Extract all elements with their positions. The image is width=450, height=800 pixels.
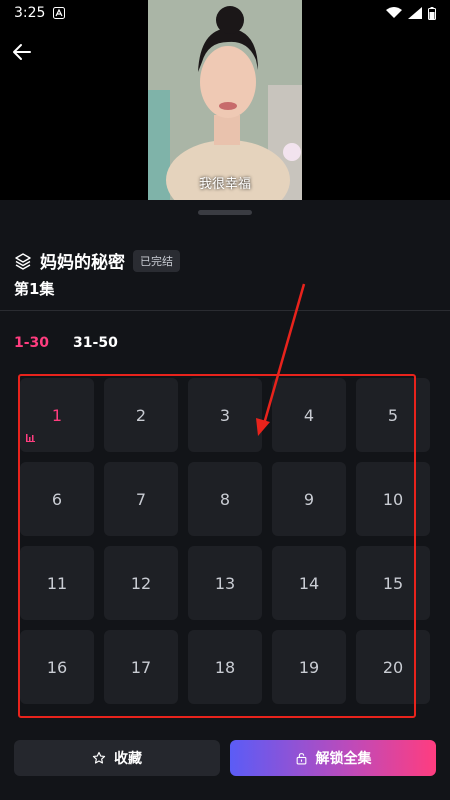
- signal-icon: [408, 7, 422, 19]
- episode-number: 16: [46, 657, 68, 677]
- layers-icon: [15, 252, 31, 270]
- collect-label: 收藏: [114, 751, 142, 767]
- episode-number: 20: [382, 657, 404, 677]
- tab-range-1-30[interactable]: 1-30: [14, 335, 49, 351]
- unlock-all-button[interactable]: 解锁全集: [230, 740, 436, 776]
- episode-range-tabs: 1-30 31-50: [14, 335, 118, 351]
- episode-number: 8: [219, 489, 231, 509]
- episode-cell-6[interactable]: 6: [20, 462, 94, 536]
- tab-range-31-50[interactable]: 31-50: [73, 335, 118, 351]
- episode-number: 18: [214, 657, 236, 677]
- episode-cell-2[interactable]: 2: [104, 378, 178, 452]
- episode-cell-16[interactable]: 16: [20, 630, 94, 704]
- current-episode-label: 第1集: [14, 280, 55, 298]
- episode-number: 10: [382, 489, 404, 509]
- status-time: 3:25: [14, 5, 46, 21]
- episode-cell-14[interactable]: 14: [272, 546, 346, 620]
- episode-number: 12: [130, 573, 152, 593]
- episode-cell-9[interactable]: 9: [272, 462, 346, 536]
- episode-cell-11[interactable]: 11: [20, 546, 94, 620]
- back-arrow-icon[interactable]: [10, 40, 34, 64]
- episode-number: 14: [298, 573, 320, 593]
- episode-number: 13: [214, 573, 236, 593]
- drama-title: 妈妈的秘密: [40, 253, 125, 273]
- bottom-action-bar: 收藏 解锁全集: [14, 740, 436, 776]
- drama-title-row: 妈妈的秘密 已完结: [14, 248, 180, 273]
- episode-cell-5[interactable]: 5: [356, 378, 430, 452]
- episode-number: 2: [135, 405, 147, 425]
- sheet-drag-handle[interactable]: [198, 210, 252, 215]
- episode-cell-4[interactable]: 4: [272, 378, 346, 452]
- episode-number: 4: [303, 405, 315, 425]
- video-subtitle: 我很幸福: [198, 177, 251, 192]
- episode-number: 6: [51, 489, 63, 509]
- episode-grid: 1 2 3 4 5 6 7 8 9 10 11 12 13 14 15 16 1…: [20, 378, 430, 704]
- episode-cell-15[interactable]: 15: [356, 546, 430, 620]
- battery-icon: [428, 6, 436, 20]
- episode-number: 15: [382, 573, 404, 593]
- episode-cell-1[interactable]: 1: [20, 378, 94, 452]
- divider: [0, 310, 450, 311]
- episode-cell-20[interactable]: 20: [356, 630, 430, 704]
- now-playing-icon: [26, 434, 35, 442]
- star-icon: [92, 751, 106, 764]
- status-bar: 3:25: [0, 0, 450, 26]
- episode-cell-17[interactable]: 17: [104, 630, 178, 704]
- episode-cell-8[interactable]: 8: [188, 462, 262, 536]
- episode-number: 1: [51, 405, 63, 425]
- episode-sheet: 妈妈的秘密 已完结 第1集 1-30 31-50 1 2 3 4 5 6 7 8…: [0, 200, 450, 800]
- unlock-icon: [296, 752, 306, 764]
- episode-cell-19[interactable]: 19: [272, 630, 346, 704]
- episode-number: 19: [298, 657, 320, 677]
- episode-cell-3[interactable]: 3: [188, 378, 262, 452]
- video-frame[interactable]: 我很幸福: [148, 0, 302, 200]
- unlock-all-label: 解锁全集: [315, 751, 372, 767]
- video-player[interactable]: 我很幸福: [0, 0, 450, 200]
- episode-number: 7: [135, 489, 147, 509]
- episode-cell-7[interactable]: 7: [104, 462, 178, 536]
- video-thumbnail-scene: [148, 0, 302, 200]
- wifi-icon: [386, 7, 402, 18]
- episode-number: 9: [303, 489, 315, 509]
- collect-button[interactable]: 收藏: [14, 740, 220, 776]
- episode-cell-12[interactable]: 12: [104, 546, 178, 620]
- episode-number: 17: [130, 657, 152, 677]
- episode-cell-13[interactable]: 13: [188, 546, 262, 620]
- episode-cell-10[interactable]: 10: [356, 462, 430, 536]
- episode-number: 11: [46, 573, 68, 593]
- episode-cell-18[interactable]: 18: [188, 630, 262, 704]
- episode-number: 5: [387, 405, 399, 425]
- episode-number: 3: [219, 405, 231, 425]
- notification-app-icon: [53, 7, 66, 19]
- status-badge: 已完结: [133, 249, 180, 272]
